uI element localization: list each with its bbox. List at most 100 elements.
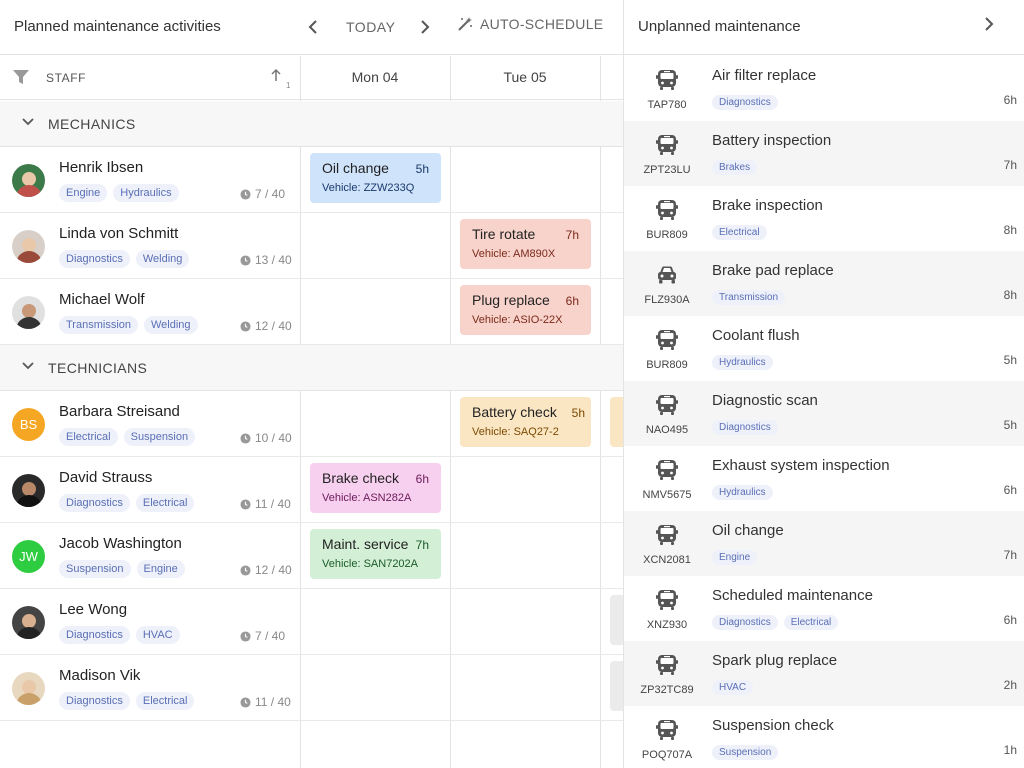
bus-icon: [655, 328, 679, 357]
hours-text: 13 / 40: [255, 253, 292, 267]
unplanned-item[interactable]: NAO495 Diagnostic scan Diagnostics 5h: [624, 381, 1024, 446]
bus-icon: [655, 198, 679, 227]
bus-icon: [655, 458, 679, 487]
unplanned-item-title: Spark plug replace: [712, 652, 838, 669]
avatar: [12, 672, 45, 705]
skill-tag: HVAC: [135, 626, 180, 644]
unplanned-item[interactable]: TAP780 Air filter replace Diagnostics 6h: [624, 56, 1024, 121]
unplanned-item-title: Coolant flush: [712, 327, 800, 344]
clock-icon: [240, 254, 251, 266]
prev-week-button[interactable]: [300, 14, 326, 40]
unplanned-item-title: Air filter replace: [712, 67, 817, 84]
hours-badge: 12 / 40: [240, 563, 292, 577]
unplanned-item-title: Brake inspection: [712, 197, 823, 214]
sort-button[interactable]: [270, 68, 282, 85]
day-header-tue: Tue 05: [503, 69, 547, 85]
skill-tag: Diagnostics: [712, 95, 778, 110]
event-vehicle: Vehicle: SAN7202A: [322, 558, 419, 570]
event-brake-check[interactable]: Brake check 6h Vehicle: ASN282A: [310, 463, 441, 513]
collapse-panel-button[interactable]: [984, 16, 994, 37]
unplanned-item-duration: 6h: [1003, 483, 1017, 497]
event-partial[interactable]: [610, 397, 624, 447]
event-partial[interactable]: [610, 661, 624, 711]
event-maint-service[interactable]: Maint. service 7h Vehicle: SAN7202A: [310, 529, 441, 579]
event-vehicle: Vehicle: ASN282A: [322, 492, 412, 504]
event-plug-replace[interactable]: Plug replace 6h Vehicle: ASIO-22X: [460, 285, 591, 335]
next-week-button[interactable]: [412, 14, 438, 40]
hours-badge: 7 / 40: [240, 629, 285, 643]
unplanned-item-duration: 6h: [1003, 93, 1017, 107]
hours-text: 7 / 40: [255, 629, 286, 643]
event-battery-check[interactable]: Battery check 5h Vehicle: SAQ27-2: [460, 397, 591, 447]
unplanned-item[interactable]: ZP32TC89 Spark plug replace HVAC 2h: [624, 641, 1024, 706]
vehicle-plate: BUR809: [646, 229, 688, 241]
staff-row: Lee Wong Diagnostics HVAC 7 / 40: [0, 589, 624, 655]
unplanned-item[interactable]: POQ707A Suspension check Suspension 1h: [624, 706, 1024, 768]
arrow-up-icon: [271, 68, 281, 81]
page-title: Planned maintenance activities: [14, 18, 221, 35]
unplanned-item-title: Diagnostic scan: [712, 392, 818, 409]
event-duration: 5h: [571, 406, 585, 420]
chevron-right-icon: [985, 17, 994, 31]
bus-icon: [655, 133, 679, 162]
vehicle-plate: NMV5675: [642, 489, 692, 501]
auto-schedule-label: AUTO-SCHEDULE: [480, 16, 604, 32]
unplanned-item-duration: 7h: [1003, 548, 1017, 562]
event-oil-change[interactable]: Oil change 5h Vehicle: ZZW233Q: [310, 153, 441, 203]
vehicle-plate: POQ707A: [641, 749, 693, 761]
bus-icon: [655, 393, 679, 422]
event-vehicle: Vehicle: SAQ27-2: [472, 426, 559, 438]
skill-tag: Electrical: [135, 692, 195, 710]
event-duration: 7h: [565, 228, 579, 242]
skill-tag: Diagnostics: [712, 420, 778, 435]
skill-tag: HVAC: [712, 680, 754, 695]
skill-tag: Brakes: [712, 160, 758, 175]
unplanned-item[interactable]: ZPT23LU Battery inspection Brakes 7h: [624, 121, 1024, 186]
filter-button[interactable]: [12, 69, 30, 90]
auto-schedule-button[interactable]: AUTO-SCHEDULE: [457, 16, 603, 32]
unplanned-item[interactable]: FLZ930A Brake pad replace Transmission 8h: [624, 251, 1024, 316]
clock-icon: [240, 320, 251, 332]
skill-tag: Diagnostics: [59, 494, 130, 512]
vehicle-plate: TAP780: [647, 99, 687, 111]
event-tire-rotate[interactable]: Tire rotate 7h Vehicle: AM890X: [460, 219, 591, 269]
skill-tag: Electrical: [135, 494, 195, 512]
unplanned-item[interactable]: BUR809 Brake inspection Electrical 8h: [624, 186, 1024, 251]
skill-tag: Suspension: [712, 745, 779, 760]
vehicle-plate: ZPT23LU: [643, 164, 691, 176]
event-title: Maint. service: [322, 536, 409, 552]
staff-name: Linda von Schmitt: [59, 225, 179, 242]
day-header-mon: Mon 04: [351, 69, 399, 85]
hours-text: 11 / 40: [255, 695, 291, 709]
unplanned-item[interactable]: NMV5675 Exhaust system inspection Hydrauli…: [624, 446, 1024, 511]
unplanned-item-title: Oil change: [712, 522, 784, 539]
unplanned-item-title: Brake pad replace: [712, 262, 834, 279]
skill-tag: Engine: [59, 184, 108, 202]
skill-tag: Diagnostics: [59, 250, 130, 268]
car-icon: [655, 263, 679, 292]
event-partial[interactable]: [610, 595, 624, 645]
vehicle-plate: ZP32TC89: [640, 684, 694, 696]
group-row-mechanics[interactable]: MECHANICS: [0, 101, 624, 147]
vehicle-plate: FLZ930A: [644, 294, 690, 306]
staff-name: Lee Wong: [59, 601, 128, 618]
skill-tag: Hydraulics: [712, 485, 773, 500]
schedule-header: Planned maintenance activities TODAY AUT…: [0, 0, 624, 55]
group-row-technicians[interactable]: TECHNICIANS: [0, 345, 624, 391]
bus-icon: [655, 68, 679, 97]
unplanned-item[interactable]: BUR809 Coolant flush Hydraulics 5h: [624, 316, 1024, 381]
unplanned-title: Unplanned maintenance: [638, 18, 801, 35]
group-label: MECHANICS: [48, 116, 136, 132]
magic-wand-icon: [458, 17, 472, 31]
event-vehicle: Vehicle: AM890X: [472, 248, 556, 260]
skill-tag: Suspension: [59, 560, 131, 578]
unplanned-item-title: Suspension check: [712, 717, 834, 734]
group-label: TECHNICIANS: [48, 360, 148, 376]
unplanned-item[interactable]: XNZ930 Scheduled maintenance Diagnostics El…: [624, 576, 1024, 641]
staff-column-label: STAFF: [46, 71, 87, 85]
event-duration: 7h: [415, 538, 429, 552]
hours-text: 12 / 40: [255, 319, 292, 333]
unplanned-item[interactable]: XCN2081 Oil change Engine 7h: [624, 511, 1024, 576]
avatar: [12, 474, 45, 507]
today-button[interactable]: TODAY: [346, 19, 395, 35]
